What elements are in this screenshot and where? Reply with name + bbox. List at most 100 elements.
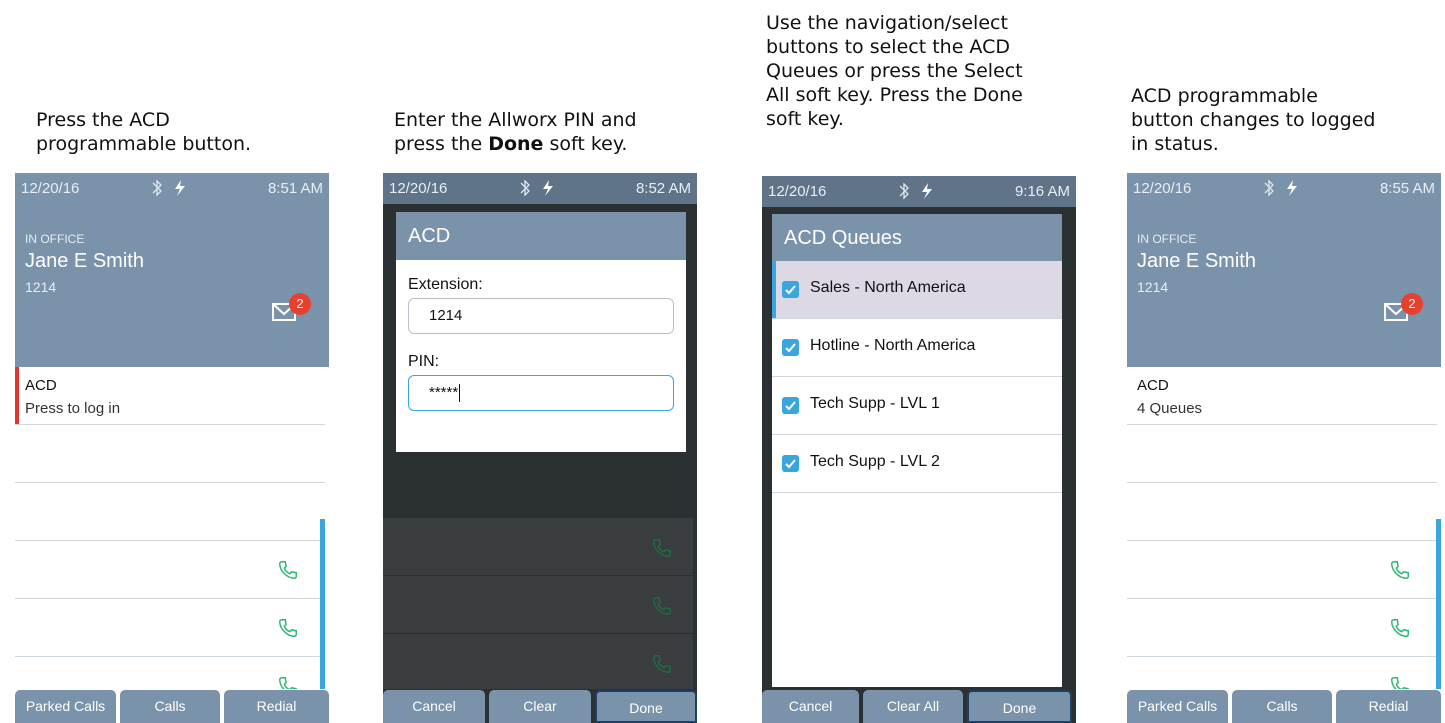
bluetooth-power-icons — [899, 182, 932, 200]
queue-item[interactable]: Tech Supp - LVL 2 — [772, 435, 1062, 493]
pin-field[interactable]: ***** — [408, 375, 674, 411]
checkbox-checked-icon[interactable] — [782, 455, 799, 472]
queue-label: Tech Supp - LVL 2 — [810, 453, 940, 470]
caption-line: soft key. — [766, 108, 844, 130]
cancel-softkey[interactable]: Cancel — [762, 690, 859, 723]
scroll-indicator — [320, 519, 325, 693]
clear-all-softkey[interactable]: Clear All — [863, 690, 963, 723]
phone-screen-2: 12/20/16 8:52 AM ACD Extension: 1214 PIN… — [383, 173, 697, 723]
logged-out-indicator — [15, 367, 19, 424]
phone-handset-icon — [1391, 619, 1409, 637]
caption-step4: ACD programmable button changes to logge… — [1131, 84, 1375, 156]
status-bar: 12/20/16 8:51 AM — [15, 173, 329, 204]
softkey-bar: Parked Calls Calls Redial — [1127, 689, 1441, 723]
time-label: 8:52 AM — [635, 180, 691, 197]
empty-button[interactable] — [1127, 425, 1437, 483]
phone-handset-icon — [653, 539, 671, 557]
phone-screen-1: 12/20/16 8:51 AM IN OFFICE Jane E Smith … — [15, 173, 329, 723]
parked-calls-softkey[interactable]: Parked Calls — [15, 690, 116, 723]
queue-label: Sales - North America — [810, 279, 966, 296]
done-softkey[interactable]: Done — [595, 690, 697, 723]
user-header: IN OFFICE Jane E Smith 1214 2 — [15, 204, 329, 367]
message-count-badge: 2 — [1401, 293, 1423, 315]
parked-calls-softkey[interactable]: Parked Calls — [1127, 690, 1228, 723]
queue-item[interactable]: Tech Supp - LVL 1 — [772, 377, 1062, 435]
clear-softkey[interactable]: Clear — [489, 690, 591, 723]
empty-button[interactable] — [15, 483, 325, 541]
phone-handset-icon — [1391, 561, 1409, 579]
caption-step2: Enter the Allworx PIN and press the Done… — [394, 108, 637, 156]
user-name: Jane E Smith — [1137, 250, 1256, 272]
calls-softkey[interactable]: Calls — [1232, 690, 1332, 723]
caption-line: programmable button. — [36, 133, 252, 155]
queue-label: Hotline - North America — [810, 337, 976, 354]
time-label: 9:16 AM — [1014, 183, 1070, 200]
caption-line: buttons to select the ACD — [766, 36, 1010, 58]
line-button[interactable] — [1127, 599, 1437, 657]
status-bar: 12/20/16 9:16 AM — [762, 176, 1076, 207]
dimmed-row — [383, 518, 693, 576]
phone-handset-icon — [279, 619, 297, 637]
caption-step3: Use the navigation/select buttons to sel… — [766, 11, 1023, 131]
queue-label: Tech Supp - LVL 1 — [810, 395, 940, 412]
scroll-indicator — [1436, 519, 1441, 693]
presence-status: IN OFFICE — [25, 232, 85, 246]
checkbox-checked-icon[interactable] — [782, 281, 799, 298]
line-button[interactable] — [1127, 541, 1437, 599]
redial-softkey[interactable]: Redial — [1336, 690, 1441, 723]
checkbox-checked-icon[interactable] — [782, 339, 799, 356]
acd-title: ACD — [1137, 377, 1169, 394]
acd-subtitle: 4 Queues — [1137, 400, 1203, 417]
user-extension: 1214 — [1137, 279, 1169, 295]
caption-line: Queues or press the Select — [766, 60, 1023, 82]
date-label: 12/20/16 — [1133, 180, 1192, 197]
user-extension: 1214 — [25, 279, 57, 295]
calls-softkey[interactable]: Calls — [120, 690, 220, 723]
softkey-bar: Cancel Clear All Done — [762, 689, 1076, 723]
extension-field[interactable]: 1214 — [408, 298, 674, 334]
extension-label: Extension: — [408, 276, 483, 293]
queue-item[interactable]: Sales - North America — [772, 261, 1062, 319]
empty-button[interactable] — [15, 425, 325, 483]
selection-indicator — [772, 261, 776, 318]
date-label: 12/20/16 — [21, 180, 80, 197]
empty-button[interactable] — [1127, 483, 1437, 541]
line-button[interactable] — [15, 599, 325, 657]
bluetooth-power-icons — [1264, 179, 1297, 197]
done-softkey[interactable]: Done — [967, 690, 1072, 723]
acd-button[interactable]: ACD Press to log in — [15, 367, 325, 425]
bluetooth-power-icons — [520, 179, 553, 197]
acd-button[interactable]: ACD 4 Queues — [1127, 367, 1437, 425]
redial-softkey[interactable]: Redial — [224, 690, 329, 723]
caption-step1: Press the ACD programmable button. — [36, 108, 251, 156]
phone-screen-4: 12/20/16 8:55 AM IN OFFICE Jane E Smith … — [1127, 173, 1441, 723]
caption-line: button changes to logged — [1131, 109, 1376, 131]
acd-queues-dialog: ACD Queues Sales - North America Hotline… — [772, 214, 1062, 687]
phone-handset-icon — [653, 655, 671, 673]
pin-label: PIN: — [408, 353, 440, 370]
phone-handset-icon — [653, 597, 671, 615]
acd-login-dialog: ACD Extension: 1214 PIN: ***** — [396, 212, 686, 452]
cancel-softkey[interactable]: Cancel — [383, 690, 485, 723]
line-button[interactable] — [15, 541, 325, 599]
softkey-bar: Parked Calls Calls Redial — [15, 689, 329, 723]
time-label: 8:55 AM — [1379, 180, 1435, 197]
dimmed-row — [383, 576, 693, 634]
dimmed-row — [383, 634, 693, 692]
text-caret — [459, 384, 461, 403]
date-label: 12/20/16 — [768, 183, 827, 200]
dialog-title: ACD Queues — [772, 214, 1062, 261]
presence-status: IN OFFICE — [1137, 232, 1197, 246]
acd-subtitle: Press to log in — [25, 400, 121, 417]
queue-item[interactable]: Hotline - North America — [772, 319, 1062, 377]
pin-value: ***** — [429, 384, 459, 401]
caption-bold: Done — [488, 133, 544, 155]
caption-line: All soft key. Press the Done — [766, 84, 1023, 106]
checkbox-checked-icon[interactable] — [782, 397, 799, 414]
dialog-title: ACD — [396, 212, 686, 260]
time-label: 8:51 AM — [267, 180, 323, 197]
softkey-bar: Cancel Clear Done — [383, 689, 697, 723]
caption-line: in status. — [1131, 133, 1219, 155]
caption-line: ACD programmable — [1131, 85, 1318, 107]
acd-title: ACD — [25, 377, 57, 394]
